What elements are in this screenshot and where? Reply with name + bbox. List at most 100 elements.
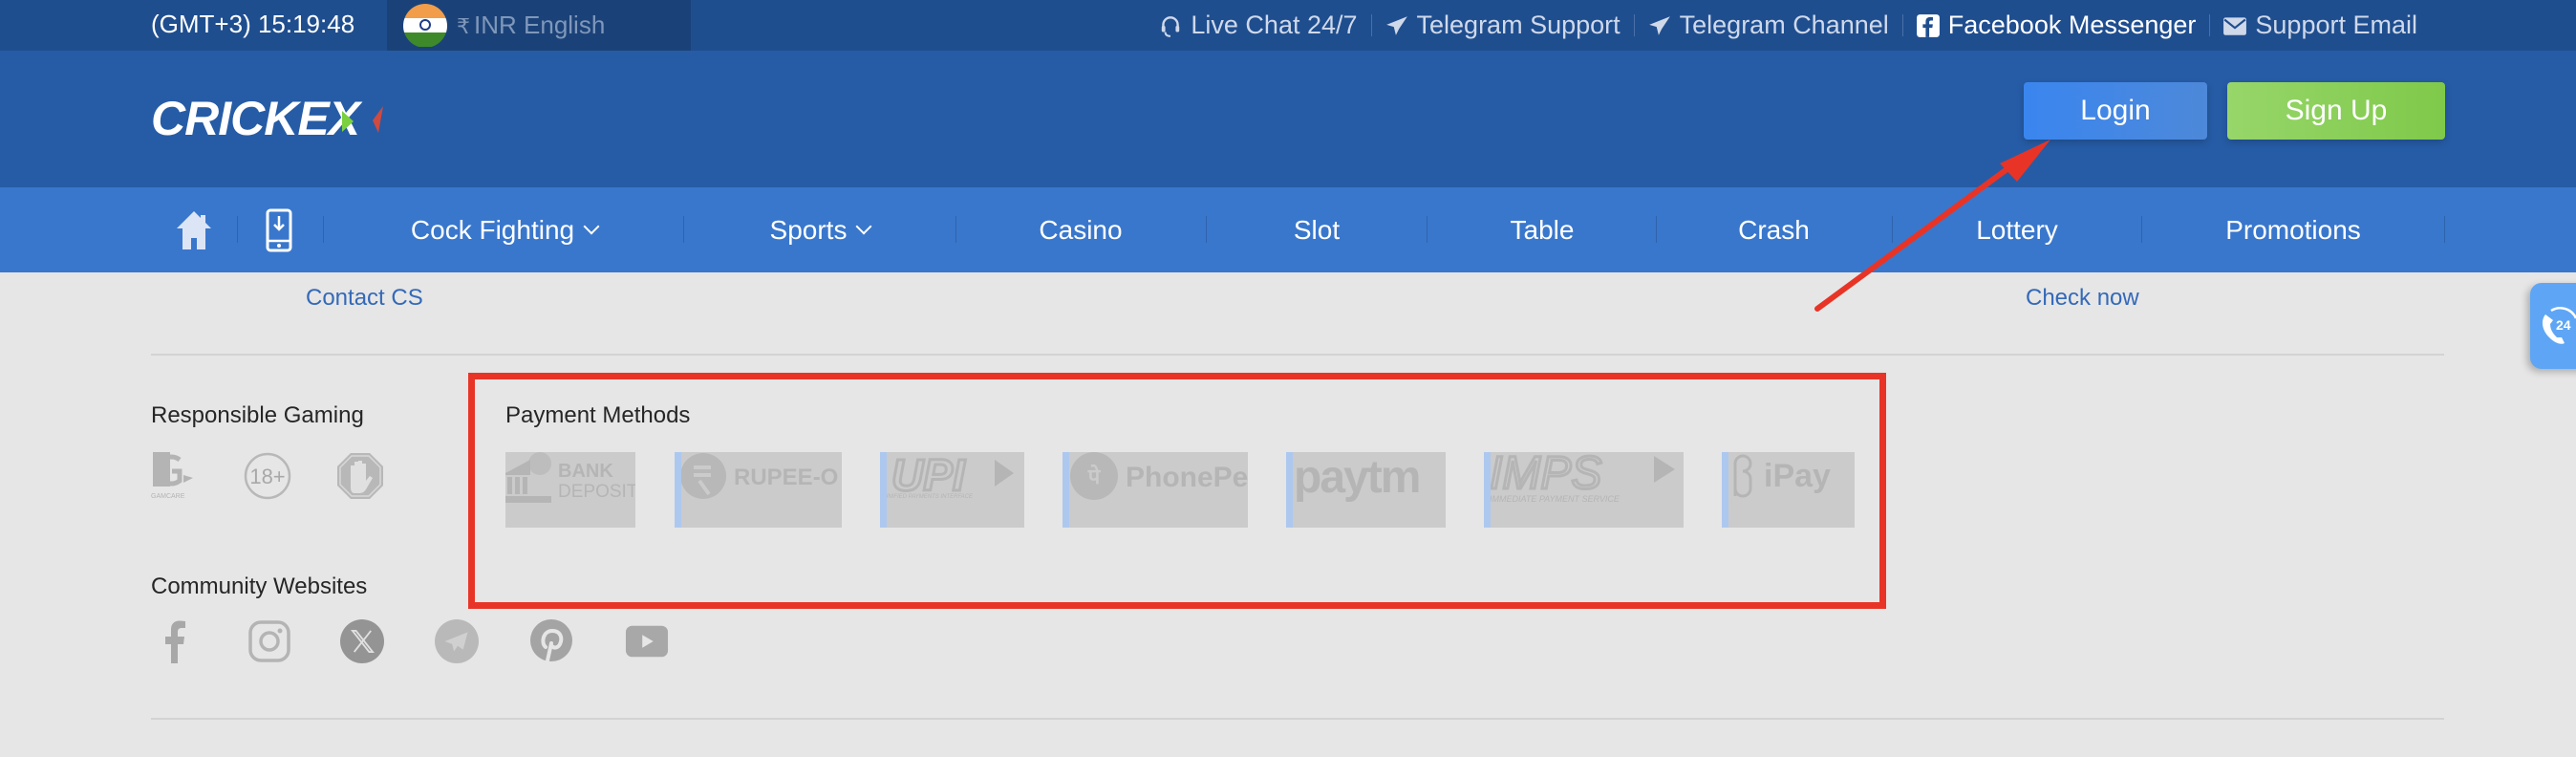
nav-promotions[interactable]: Promotions (2142, 187, 2444, 272)
x-twitter-icon (340, 619, 384, 663)
mobile-app-button[interactable] (260, 187, 298, 272)
nav-label: Table (1510, 214, 1575, 245)
crickex-logo[interactable]: CRICKEX (151, 89, 385, 146)
facebook-icon (165, 620, 185, 663)
nav-label: Slot (1293, 214, 1341, 245)
telegram-support-label: Telegram Support (1416, 11, 1621, 39)
phone-24-icon: 24 (2542, 307, 2576, 344)
divider (151, 354, 2444, 356)
youtube-link[interactable] (625, 619, 669, 663)
india-flag-icon (403, 3, 447, 48)
chevron-down-icon (855, 218, 872, 234)
upi-logo: UPI UNIFIED PAYMENTS INTERFACE (884, 452, 1014, 502)
logo-edge (1484, 452, 1491, 528)
payment-bank-deposit[interactable]: BANK DEPOSIT (505, 452, 635, 528)
facebook-messenger-link[interactable]: Facebook Messenger (1901, 11, 2210, 40)
language: English (524, 11, 606, 39)
logo-line1: IMPS (1490, 452, 1601, 499)
facebook-icon (1916, 13, 1940, 37)
pinterest-link[interactable] (529, 619, 573, 663)
header: CRICKEX Login Sign Up (0, 51, 2576, 187)
age-18-plus-icon[interactable]: 18+ (243, 452, 292, 502)
page: (GMT+3) 15:19:48 ₹ INR English Live Chat … (0, 0, 2576, 757)
logo-line1: paytm (1294, 452, 1419, 503)
logo-line1: PhonePe (1126, 462, 1248, 493)
youtube-icon (625, 625, 669, 658)
clock: (GMT+3) 15:19:48 (151, 10, 355, 38)
live-chat-label: Live Chat 24/7 (1191, 11, 1358, 39)
telegram-channel-link[interactable]: Telegram Channel (1633, 11, 1902, 40)
live-chat-link[interactable]: Live Chat 24/7 (1145, 11, 1370, 40)
ipay-logo: iPay (1733, 454, 1831, 498)
payment-upi[interactable]: UPI UNIFIED PAYMENTS INTERFACE (880, 452, 1024, 528)
logo-line1: RUPEE-O (734, 465, 838, 490)
nav-slot[interactable]: Slot (1207, 187, 1427, 272)
home-icon (177, 210, 211, 249)
contact-cs-link[interactable]: Contact CS (306, 285, 423, 312)
telegram-support-link[interactable]: Telegram Support (1370, 11, 1634, 40)
widget-label: 24 (2556, 317, 2571, 333)
main-nav: Cock Fighting Sports Casino Slot Table C… (0, 187, 2576, 272)
gamcare-label: GAMCARE (151, 493, 185, 500)
x-twitter-link[interactable] (340, 619, 384, 663)
bank-deposit-logo: BANK DEPOSIT (505, 452, 635, 503)
login-button[interactable]: Login (2024, 82, 2207, 140)
logo-edge (880, 452, 887, 528)
instagram-icon (248, 620, 290, 662)
locale-label: ₹ INR English (457, 11, 605, 40)
telegram-icon (1385, 15, 1407, 35)
age-label: 18+ (249, 465, 285, 488)
logo-line2: UNIFIED PAYMENTS INTERFACE (884, 494, 974, 500)
logo-line2: DEPOSIT (558, 482, 635, 502)
nav-separator (237, 216, 238, 243)
payment-methods-title: Payment Methods (505, 402, 691, 428)
payment-paytm[interactable]: paytm (1286, 452, 1446, 528)
responsible-gaming-title: Responsible Gaming (151, 402, 364, 428)
headset-icon (1162, 15, 1180, 37)
nav-cock-fighting[interactable]: Cock Fighting (325, 187, 683, 272)
facebook-link[interactable] (153, 619, 197, 663)
logo-line1: BANK (558, 461, 613, 482)
telegram-icon (435, 619, 479, 663)
svg-text:पे: पे (1087, 464, 1102, 489)
support-links: Live Chat 24/7 Telegram Support Telegram… (1145, 0, 2431, 51)
payment-phonepe[interactable]: पे PhonePe (1063, 452, 1248, 528)
locale-selector[interactable]: ₹ INR English (387, 0, 691, 51)
support-24-7-widget[interactable]: 24 (2530, 283, 2576, 369)
nav-separator (323, 216, 324, 243)
logo-line1: UPI (891, 452, 966, 500)
nav-label: Sports (769, 214, 848, 245)
logo-text: CRICKEX (151, 92, 363, 145)
nav-lottery[interactable]: Lottery (1893, 187, 2141, 272)
payment-rupee-o[interactable]: RUPEE-O (675, 452, 842, 528)
nav-table[interactable]: Table (1428, 187, 1657, 272)
nav-crash[interactable]: Crash (1657, 187, 1891, 272)
mobile-download-icon (266, 208, 292, 251)
nav-label: Cock Fighting (410, 214, 575, 245)
community-websites-title: Community Websites (151, 573, 368, 599)
stop-hand-icon[interactable] (336, 452, 384, 502)
facebook-messenger-label: Facebook Messenger (1947, 11, 2197, 39)
signup-button[interactable]: Sign Up (2227, 82, 2445, 140)
payment-imps[interactable]: IMPS IMMEDIATE PAYMENT SERVICE (1484, 452, 1684, 528)
telegram-link[interactable] (435, 619, 479, 663)
instagram-link[interactable] (247, 619, 291, 663)
email-icon (2223, 16, 2247, 35)
pinterest-icon (530, 619, 572, 662)
chevron-down-icon (583, 218, 600, 234)
nav-label: Promotions (2225, 214, 2361, 245)
support-email-link[interactable]: Support Email (2209, 11, 2431, 40)
logo-edge (1063, 452, 1069, 528)
telegram-icon (1648, 15, 1670, 35)
nav-casino[interactable]: Casino (956, 187, 1205, 272)
nav-sports[interactable]: Sports (684, 187, 955, 272)
telegram-channel-label: Telegram Channel (1679, 11, 1889, 39)
logo-edge (675, 452, 681, 528)
check-now-link[interactable]: Check now (2026, 285, 2139, 312)
support-email-label: Support Email (2255, 11, 2417, 39)
payment-ipay[interactable]: iPay (1722, 452, 1855, 528)
gamcare-icon[interactable]: GAMCARE (151, 452, 195, 500)
home-button[interactable] (170, 187, 218, 272)
top-bar: (GMT+3) 15:19:48 ₹ INR English Live Chat … (0, 0, 2576, 51)
currency-symbol: ₹ (457, 14, 470, 38)
